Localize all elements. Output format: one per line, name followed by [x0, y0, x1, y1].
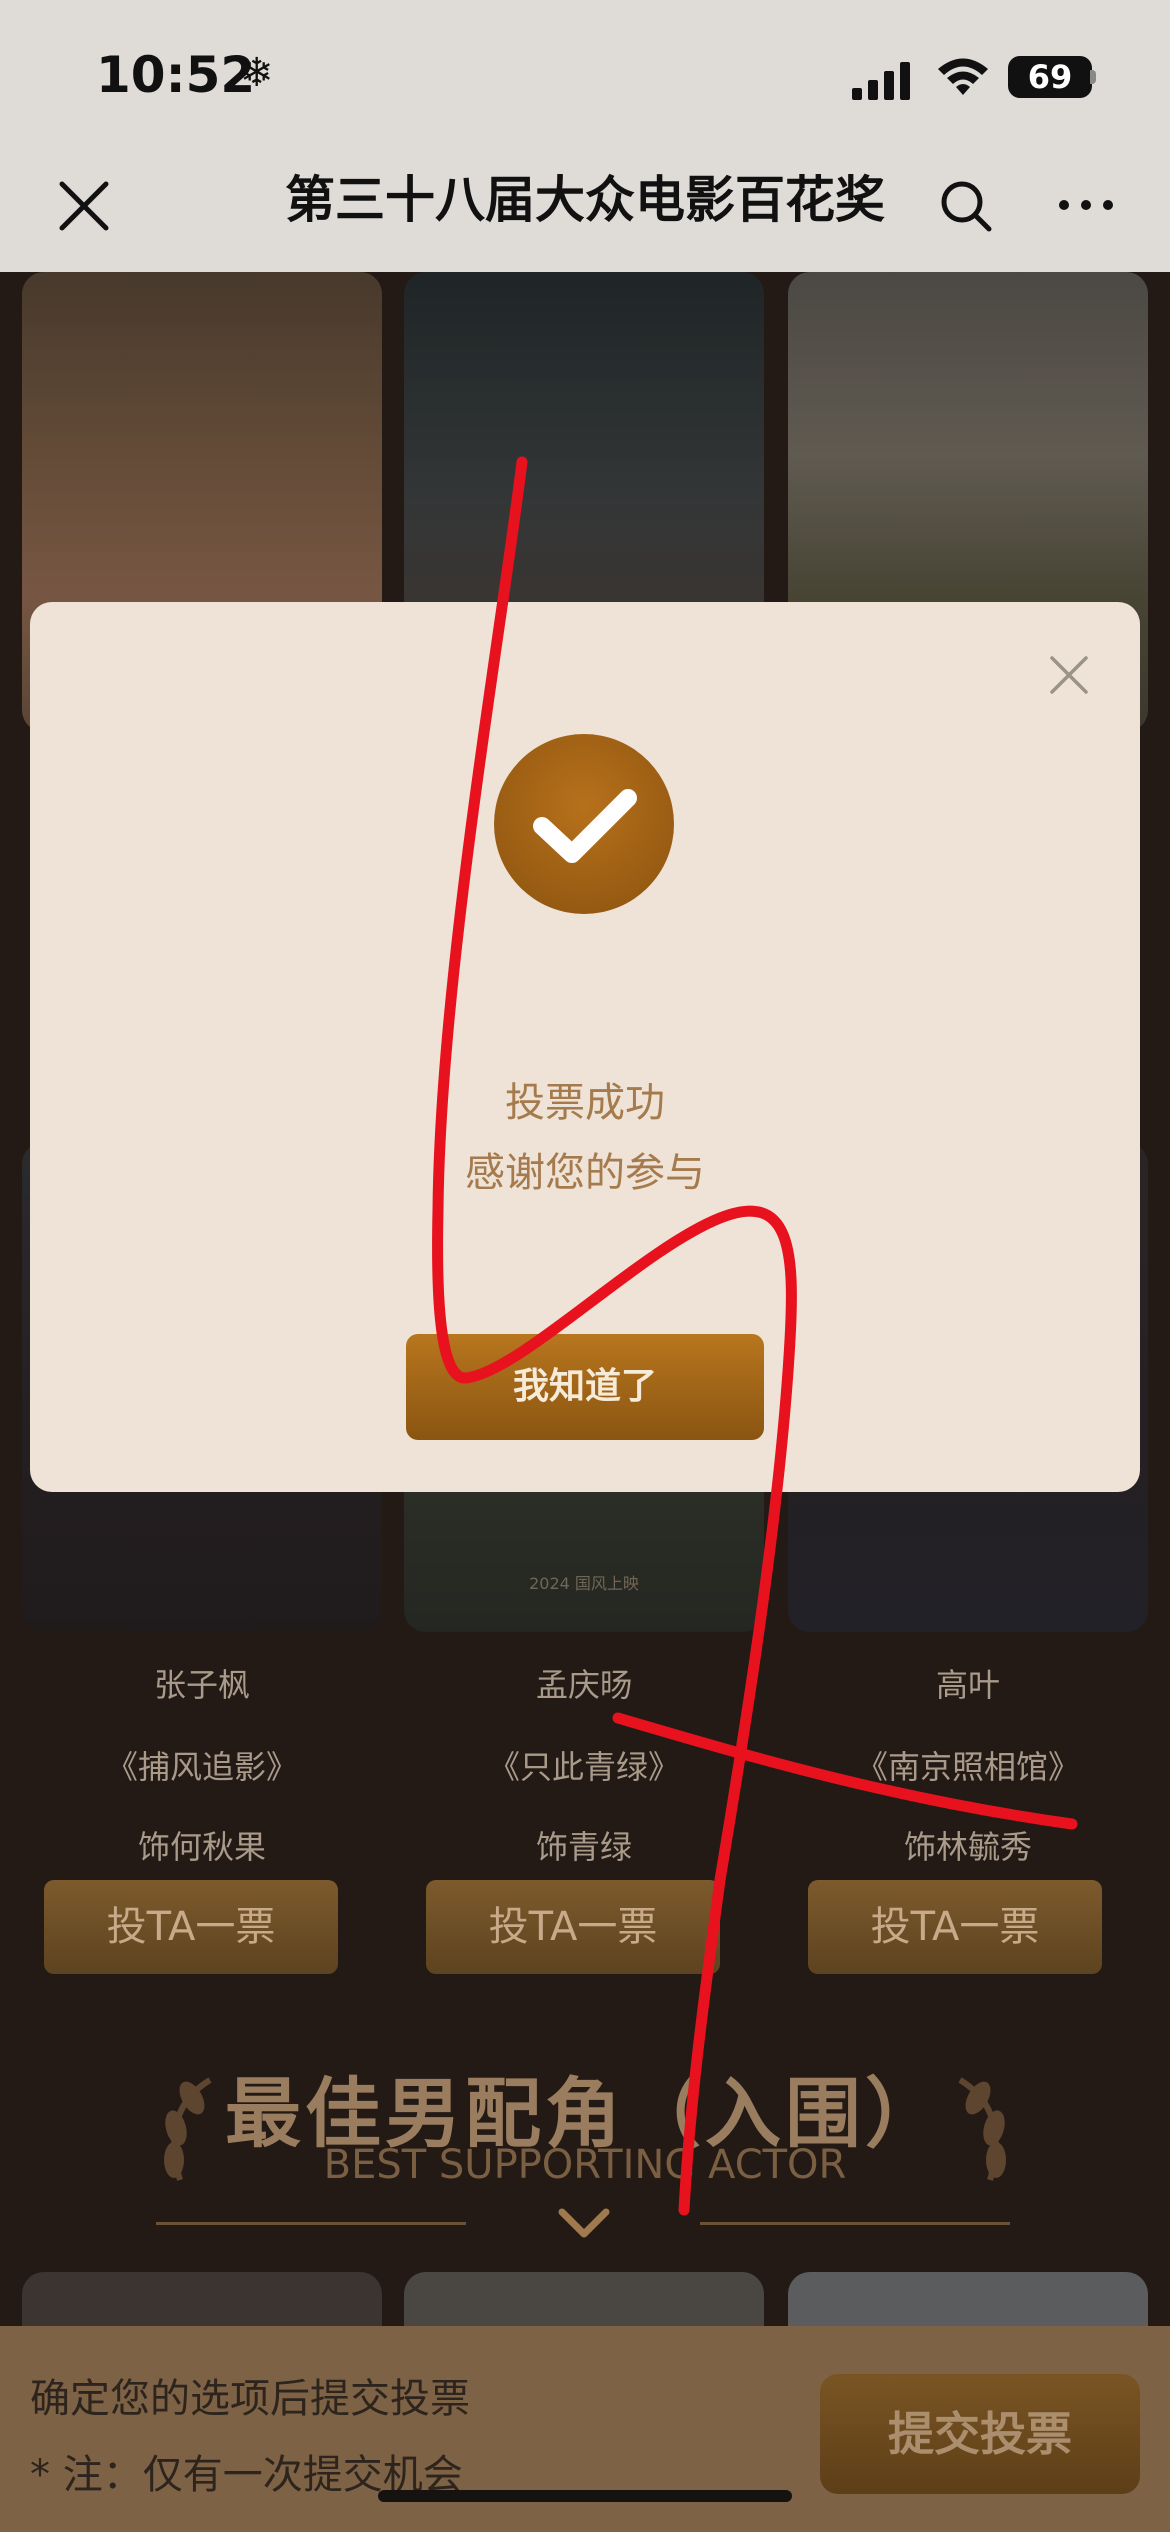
vote-button[interactable]: 投TA一票	[44, 1880, 338, 1974]
success-check-badge	[494, 734, 674, 914]
chevron-down-icon	[558, 2208, 610, 2238]
nominee-name: 张子枫	[153, 1666, 250, 1704]
cellular-signal-icon	[852, 62, 910, 100]
divider	[700, 2222, 1010, 2225]
wifi-icon	[938, 58, 988, 95]
nominee-role: 饰青绿	[535, 1828, 632, 1866]
nominee-film: 《捕风追影》	[105, 1748, 298, 1786]
nominee-film: 《只此青绿》	[487, 1748, 680, 1786]
nominee-role: 饰何秋果	[137, 1828, 266, 1866]
home-indicator[interactable]	[378, 2490, 792, 2502]
acknowledge-button[interactable]: 我知道了	[406, 1334, 764, 1440]
submit-hint: 确定您的选项后提交投票	[30, 2376, 470, 2422]
more-options-icon[interactable]	[1056, 190, 1116, 220]
dialog-close-icon[interactable]	[1046, 652, 1092, 698]
success-message: 投票成功	[505, 1080, 665, 1126]
thanks-message: 感谢您的参与	[465, 1150, 705, 1196]
laurel-right-icon	[958, 2077, 1006, 2181]
nominee-film: 《南京照相馆》	[855, 1748, 1080, 1786]
nominee-name: 孟庆旸	[535, 1666, 632, 1704]
status-time: 10:52	[96, 46, 256, 104]
battery-tip	[1090, 70, 1096, 84]
page-title: 第三十八届大众电影百花奖	[285, 171, 885, 229]
vote-button[interactable]: 投TA一票	[808, 1880, 1102, 1974]
nominee-name: 高叶	[935, 1666, 1000, 1704]
search-icon[interactable]	[938, 178, 994, 234]
snowflake-icon: ❄	[240, 50, 274, 96]
vote-button[interactable]: 投TA一票	[426, 1880, 720, 1974]
nominee-role: 饰林毓秀	[903, 1828, 1032, 1866]
divider	[156, 2222, 466, 2225]
submit-vote-button[interactable]: 提交投票	[820, 2374, 1140, 2494]
checkmark-icon	[533, 789, 637, 863]
battery-icon: 69	[1008, 56, 1092, 98]
